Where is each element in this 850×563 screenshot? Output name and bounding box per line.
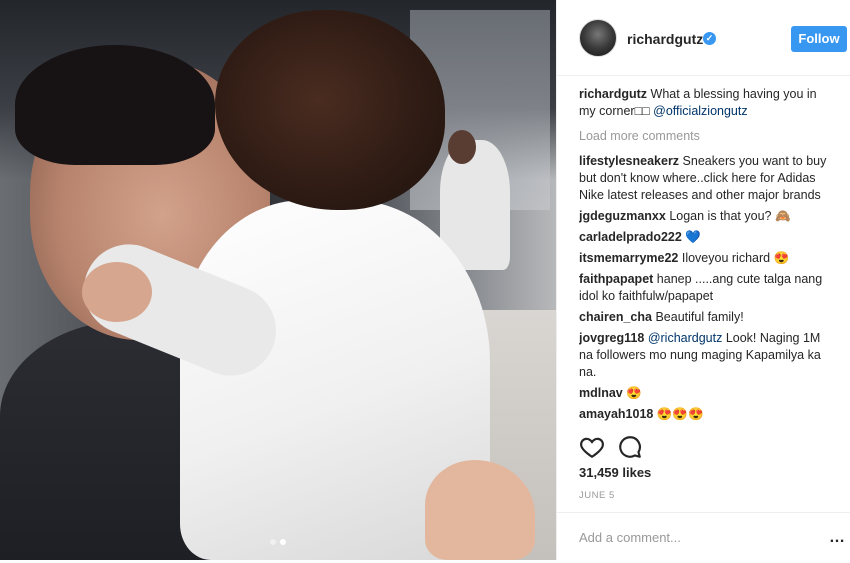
comment-bubble-icon[interactable] <box>617 434 643 460</box>
more-options-icon[interactable]: … <box>829 530 846 546</box>
post-header: richardgutz ✓ Follow <box>557 0 850 76</box>
comment-item: chairen_cha Beautiful family! <box>579 309 835 326</box>
post-side-panel: richardgutz ✓ Follow richardgutz What a … <box>556 0 850 560</box>
comment-username[interactable]: faithpapapet <box>579 272 653 286</box>
instagram-post: richardgutz ✓ Follow richardgutz What a … <box>0 0 850 563</box>
avatar[interactable] <box>579 19 617 57</box>
caption: richardgutz What a blessing having you i… <box>579 86 835 120</box>
load-more-comments-link[interactable]: Load more comments <box>579 128 835 145</box>
comment-username[interactable]: carladelprado222 <box>579 230 682 244</box>
comment-item: itsmemarryme22 Iloveyou richard 😍 <box>579 250 835 267</box>
username-link[interactable]: richardgutz <box>627 31 703 47</box>
verified-badge-icon: ✓ <box>703 32 716 45</box>
comment-username[interactable]: mdlnav <box>579 386 623 400</box>
carousel-dot-active[interactable] <box>280 539 286 545</box>
add-comment-bar: … <box>557 512 850 560</box>
photo-man-hair <box>15 45 215 165</box>
comment-username[interactable]: chairen_cha <box>579 310 652 324</box>
photo-background-person-head <box>448 130 476 164</box>
comment-text: Beautiful family! <box>655 310 744 324</box>
post-actions <box>579 434 839 460</box>
comment-mention[interactable]: @richardgutz <box>648 331 723 345</box>
comment-item: faithpapapet hanep .....ang cute talga n… <box>579 271 835 305</box>
caption-username[interactable]: richardgutz <box>579 87 647 101</box>
comment-item: amayah1018 😍😍😍 <box>579 406 835 423</box>
comment-text: 😍😍😍 <box>656 407 704 421</box>
comment-item: carladelprado222 💙 <box>579 229 835 246</box>
post-date[interactable]: JUNE 5 <box>579 490 615 501</box>
comment-username[interactable]: lifestylesneakerz <box>579 154 679 168</box>
comment-item: mdlnav 😍 <box>579 385 835 402</box>
comment-username[interactable]: jgdeguzmanxx <box>579 209 666 223</box>
photo-child-hand <box>82 262 152 322</box>
comment-text: 😍 <box>626 386 642 400</box>
add-comment-input[interactable] <box>579 527 799 547</box>
likes-count[interactable]: 31,459 likes <box>579 465 651 480</box>
caption-mention[interactable]: @officialziongutz <box>653 104 747 118</box>
comment-text: Iloveyou richard 😍 <box>681 251 790 265</box>
comments-list: richardgutz What a blessing having you i… <box>579 86 835 426</box>
comment-item: jovgreg118 @richardgutz Look! Naging 1M … <box>579 330 835 381</box>
comment-text: Logan is that you? 🙈 <box>669 209 791 223</box>
comment-username[interactable]: amayah1018 <box>579 407 653 421</box>
heart-icon[interactable] <box>579 434 605 460</box>
carousel-dot[interactable] <box>270 539 276 545</box>
comment-text: 💙 <box>685 230 701 244</box>
post-photo[interactable] <box>0 0 556 560</box>
comment-item: lifestylesneakerz Sneakers you want to b… <box>579 153 835 204</box>
comment-username[interactable]: jovgreg118 <box>579 331 644 345</box>
comment-item: jgdeguzmanxx Logan is that you? 🙈 <box>579 208 835 225</box>
follow-button[interactable]: Follow <box>791 26 847 52</box>
comment-username[interactable]: itsmemarryme22 <box>579 251 678 265</box>
carousel-dots <box>270 539 286 545</box>
